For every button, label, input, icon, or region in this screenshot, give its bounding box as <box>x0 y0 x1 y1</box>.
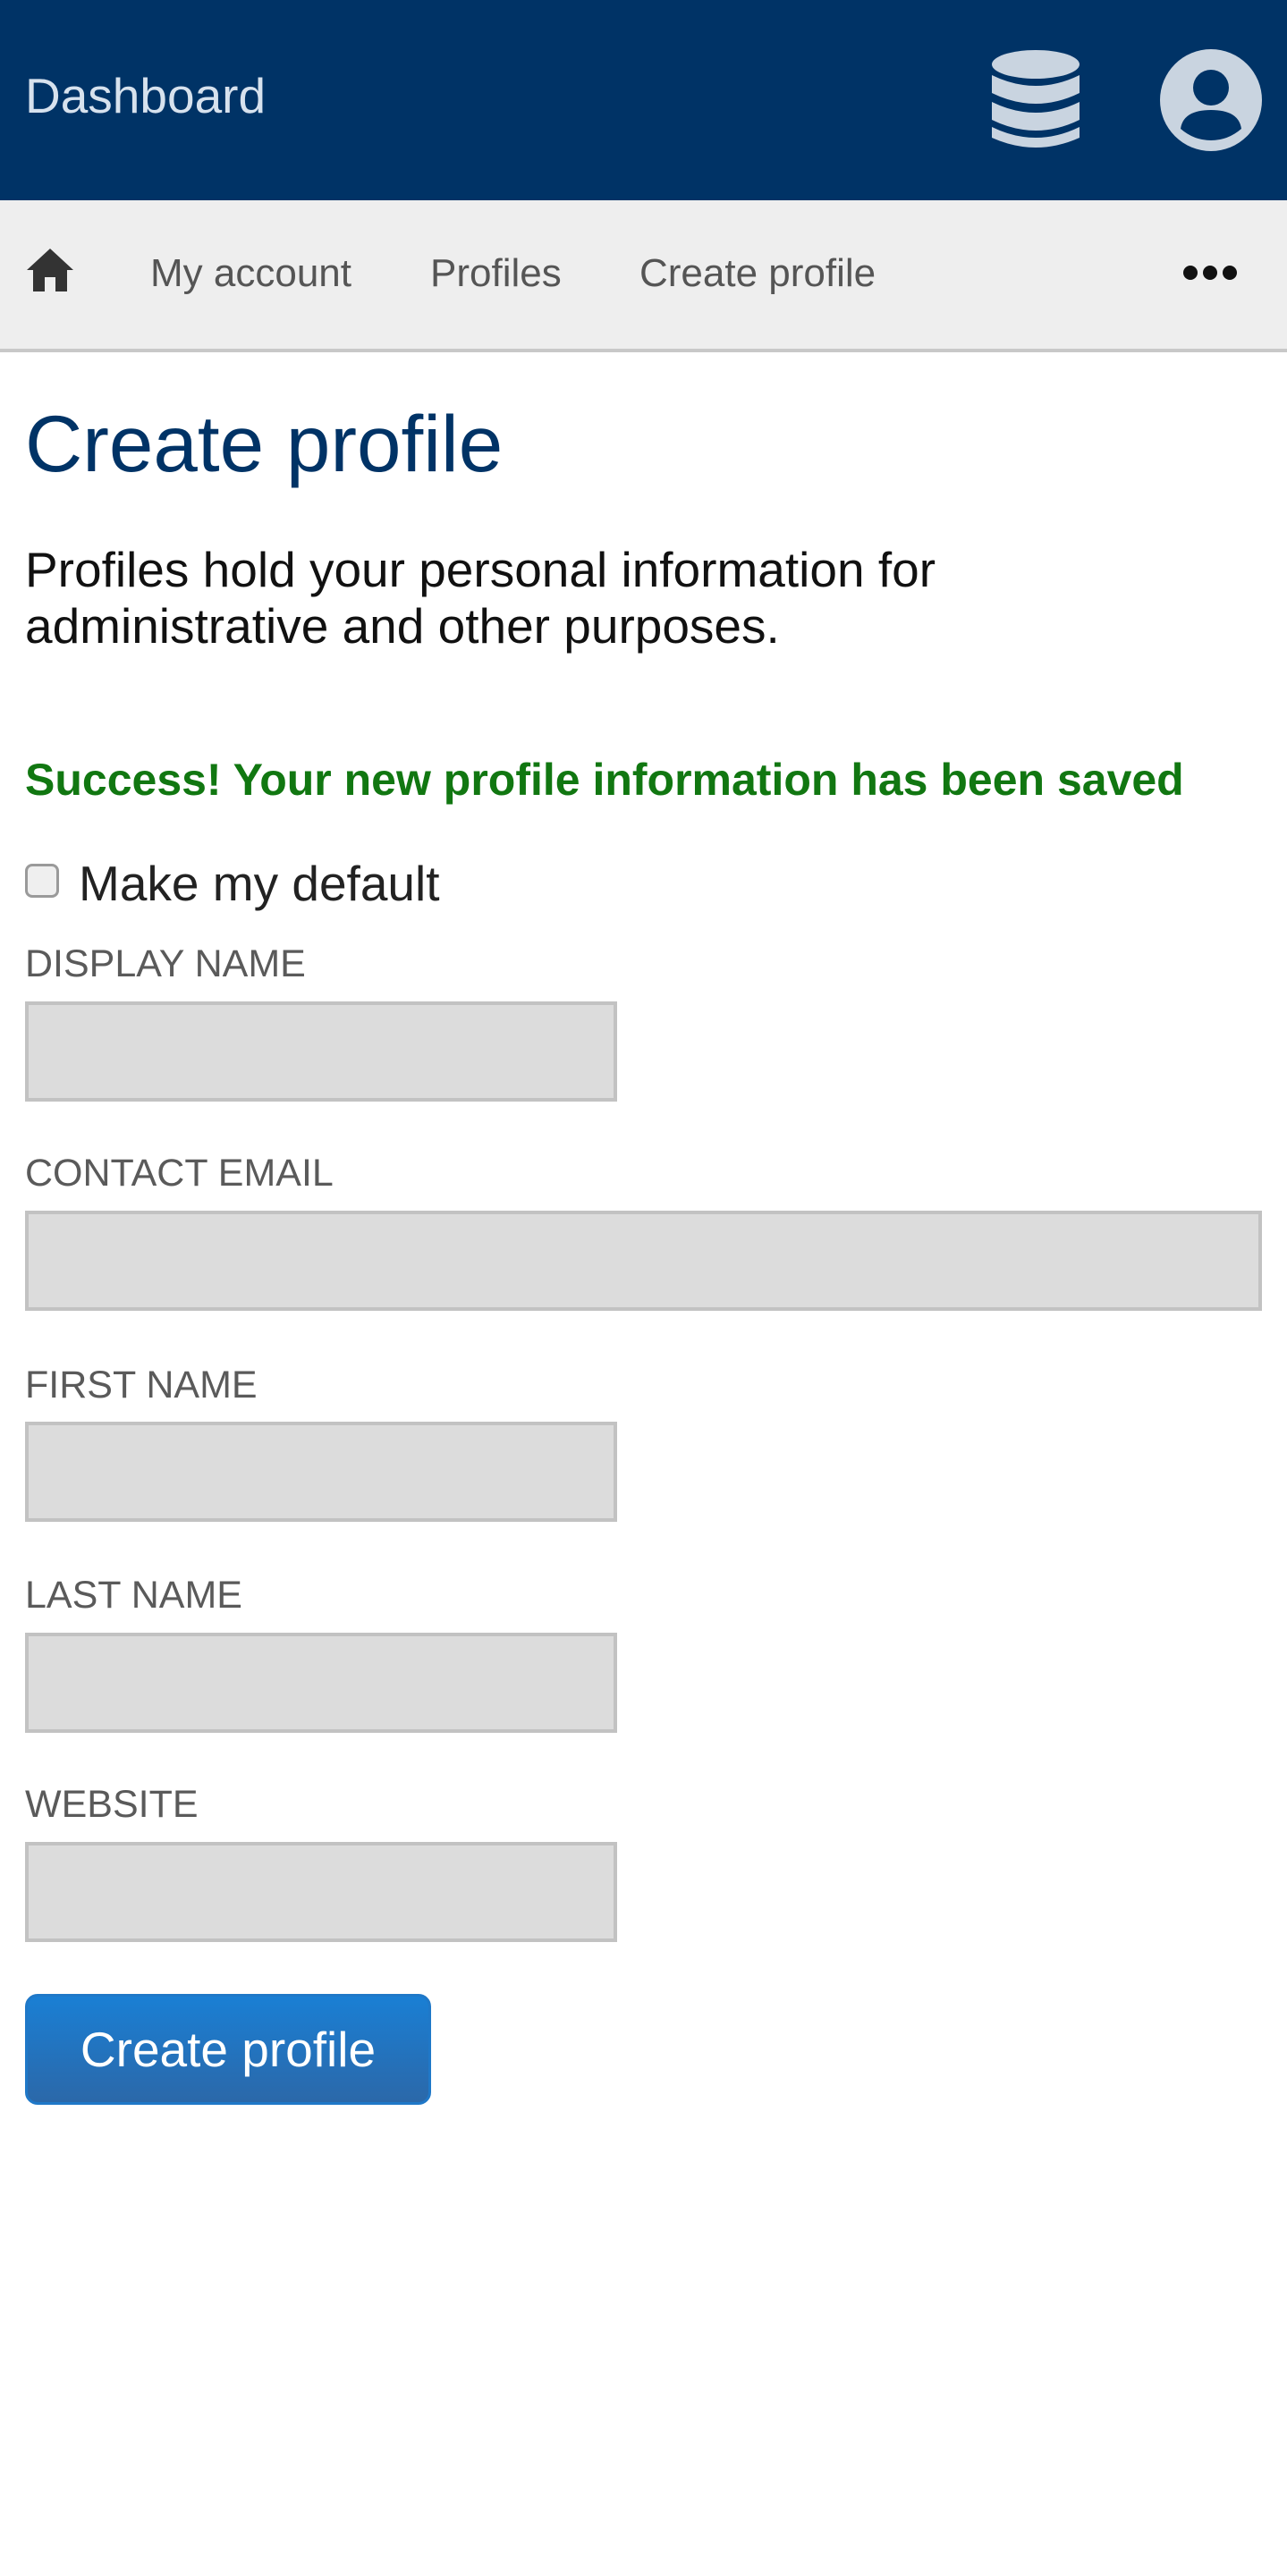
success-message: Success! Your new profile information ha… <box>25 755 1184 805</box>
last-name-input[interactable] <box>25 1633 617 1733</box>
page-title: Create profile <box>25 399 504 488</box>
database-icon[interactable] <box>990 48 1081 152</box>
more-ellipsis-icon[interactable] <box>1182 263 1238 283</box>
contact-email-input[interactable] <box>25 1211 1262 1311</box>
user-account-icon[interactable] <box>1160 49 1262 151</box>
intro-text: Profiles hold your personal information … <box>25 542 936 654</box>
app-title[interactable]: Dashboard <box>25 64 266 127</box>
nav-item-profiles[interactable]: Profiles <box>430 249 562 299</box>
make-default-checkbox[interactable] <box>25 864 59 898</box>
make-default-checkbox-row[interactable]: Make my default <box>25 855 440 912</box>
create-profile-button[interactable]: Create profile <box>25 1994 431 2105</box>
contact-email-label: CONTACT EMAIL <box>25 1152 334 1195</box>
first-name-input[interactable] <box>25 1422 617 1522</box>
website-input[interactable] <box>25 1842 617 1942</box>
last-name-label: LAST NAME <box>25 1574 242 1617</box>
display-name-label: DISPLAY NAME <box>25 942 306 985</box>
nav-item-create-profile[interactable]: Create profile <box>639 249 876 299</box>
make-default-label: Make my default <box>79 856 440 911</box>
top-header: Dashboard <box>0 0 1287 200</box>
nav-item-my-account[interactable]: My account <box>150 249 351 299</box>
website-label: WEBSITE <box>25 1783 199 1826</box>
home-icon[interactable] <box>25 247 75 293</box>
first-name-label: FIRST NAME <box>25 1364 258 1406</box>
breadcrumb-nav: My account Profiles Create profile <box>0 200 1287 352</box>
display-name-input[interactable] <box>25 1001 617 1102</box>
